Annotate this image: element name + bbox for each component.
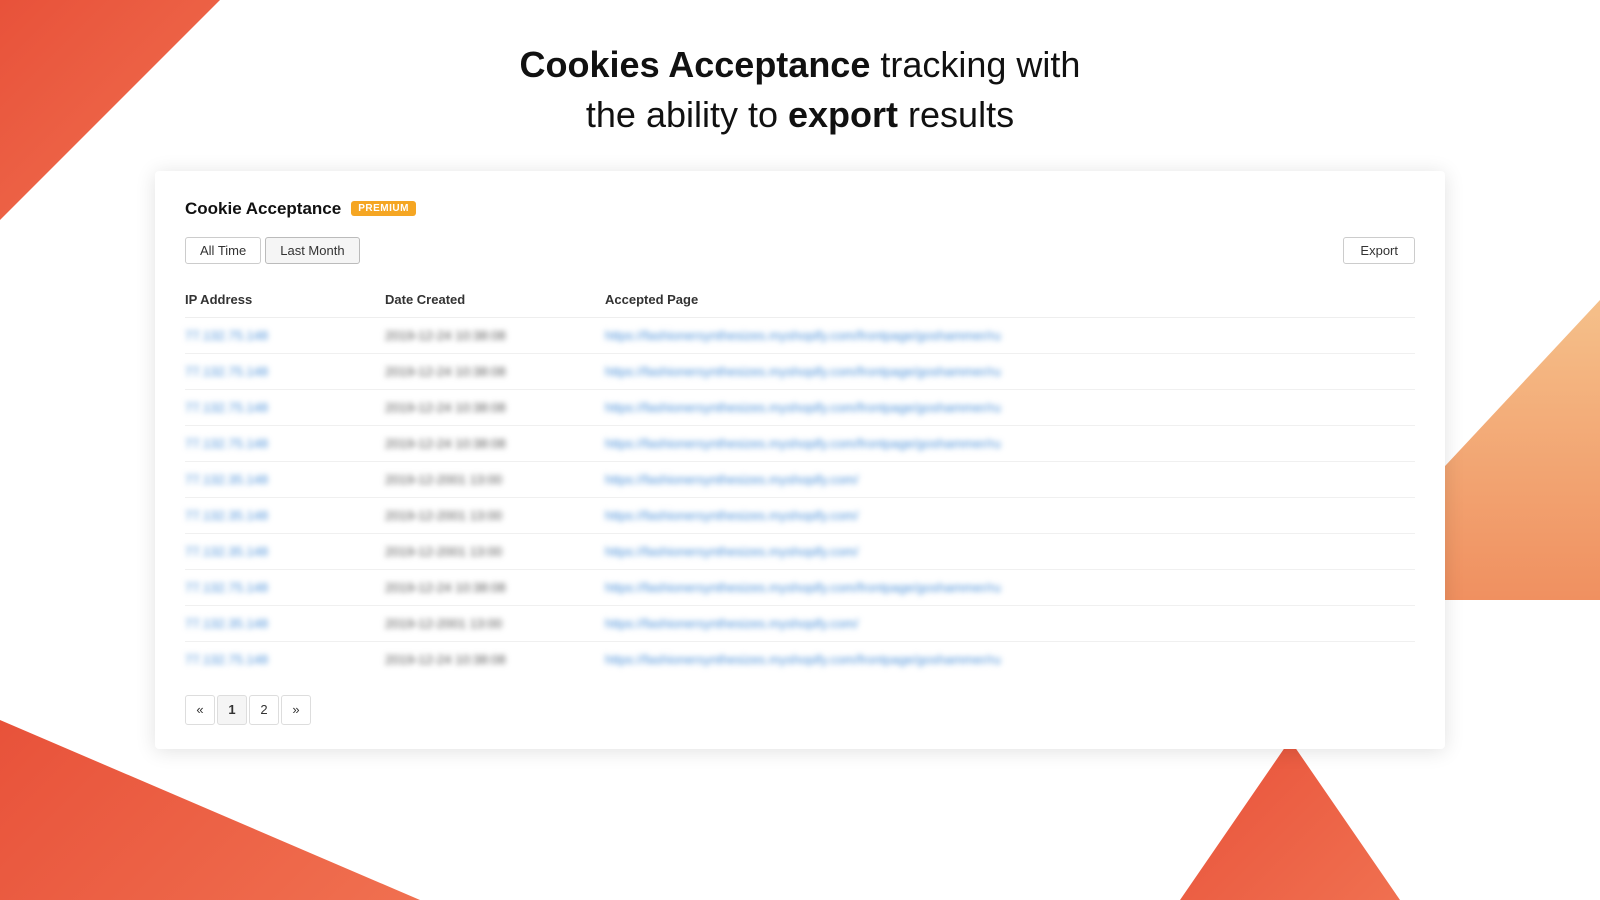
cell-date: 2019-12-2001 13:00	[385, 605, 605, 641]
table-container: IP Address Date Created Accepted Page 77…	[185, 284, 1415, 677]
cell-ip: 77.132.35.148	[185, 605, 385, 641]
cell-url[interactable]: https://fashionersynthesizes.myshopify.c…	[605, 641, 1415, 677]
cell-ip: 77.132.35.148	[185, 461, 385, 497]
cell-date: 2019-12-24 10:38:08	[385, 425, 605, 461]
table-row: 77.132.35.148 2019-12-2001 13:00 https:/…	[185, 461, 1415, 497]
card-title: Cookie Acceptance	[185, 199, 341, 219]
card-title-area: Cookie Acceptance PREMIUM	[185, 199, 416, 219]
cell-date: 2019-12-24 10:38:08	[385, 389, 605, 425]
data-table: IP Address Date Created Accepted Page 77…	[185, 284, 1415, 677]
col-header-ip: IP Address	[185, 284, 385, 318]
table-row: 77.132.35.148 2019-12-2001 13:00 https:/…	[185, 497, 1415, 533]
cell-ip: 77.132.75.148	[185, 425, 385, 461]
main-card: Cookie Acceptance PREMIUM All Time Last …	[155, 171, 1445, 749]
filter-all-time[interactable]: All Time	[185, 237, 261, 264]
headline-bold-2: export	[788, 94, 898, 135]
cell-ip: 77.132.35.148	[185, 533, 385, 569]
cell-ip: 77.132.75.148	[185, 389, 385, 425]
card-header: Cookie Acceptance PREMIUM	[185, 199, 1415, 219]
cell-date: 2019-12-24 10:38:08	[385, 569, 605, 605]
table-row: 77.132.35.148 2019-12-2001 13:00 https:/…	[185, 605, 1415, 641]
col-header-url: Accepted Page	[605, 284, 1415, 318]
filter-buttons: All Time Last Month	[185, 237, 360, 264]
table-row: 77.132.75.148 2019-12-24 10:38:08 https:…	[185, 569, 1415, 605]
table-row: 77.132.75.148 2019-12-24 10:38:08 https:…	[185, 389, 1415, 425]
table-row: 77.132.35.148 2019-12-2001 13:00 https:/…	[185, 533, 1415, 569]
export-button[interactable]: Export	[1343, 237, 1415, 264]
cell-url[interactable]: https://fashionersynthesizes.myshopify.c…	[605, 461, 1415, 497]
cell-ip: 77.132.75.148	[185, 641, 385, 677]
table-row: 77.132.75.148 2019-12-24 10:38:08 https:…	[185, 353, 1415, 389]
toolbar: All Time Last Month Export	[185, 237, 1415, 264]
pagination-next[interactable]: »	[281, 695, 311, 725]
cell-url[interactable]: https://fashionersynthesizes.myshopify.c…	[605, 569, 1415, 605]
cell-ip: 77.132.75.148	[185, 569, 385, 605]
table-row: 77.132.75.148 2019-12-24 10:38:08 https:…	[185, 641, 1415, 677]
pagination-page-2[interactable]: 2	[249, 695, 279, 725]
cell-url[interactable]: https://fashionersynthesizes.myshopify.c…	[605, 533, 1415, 569]
table-header-row: IP Address Date Created Accepted Page	[185, 284, 1415, 318]
cell-url[interactable]: https://fashionersynthesizes.myshopify.c…	[605, 389, 1415, 425]
cell-url[interactable]: https://fashionersynthesizes.myshopify.c…	[605, 425, 1415, 461]
table-row: 77.132.75.148 2019-12-24 10:38:08 https:…	[185, 317, 1415, 353]
headline-bold-1: Cookies Acceptance	[520, 44, 871, 85]
cell-date: 2019-12-24 10:38:08	[385, 641, 605, 677]
cell-ip: 77.132.75.148	[185, 317, 385, 353]
pagination: « 1 2 »	[185, 695, 1415, 725]
cell-date: 2019-12-24 10:38:08	[385, 317, 605, 353]
col-header-date: Date Created	[385, 284, 605, 318]
cell-ip: 77.132.35.148	[185, 497, 385, 533]
cell-ip: 77.132.75.148	[185, 353, 385, 389]
premium-badge: PREMIUM	[351, 201, 416, 216]
cell-url[interactable]: https://fashionersynthesizes.myshopify.c…	[605, 317, 1415, 353]
cell-url[interactable]: https://fashionersynthesizes.myshopify.c…	[605, 353, 1415, 389]
pagination-page-1[interactable]: 1	[217, 695, 247, 725]
cell-date: 2019-12-24 10:38:08	[385, 353, 605, 389]
cell-url[interactable]: https://fashionersynthesizes.myshopify.c…	[605, 497, 1415, 533]
cell-date: 2019-12-2001 13:00	[385, 497, 605, 533]
page-headline: Cookies Acceptance tracking with the abi…	[520, 40, 1081, 141]
filter-last-month[interactable]: Last Month	[265, 237, 359, 264]
cell-date: 2019-12-2001 13:00	[385, 533, 605, 569]
table-row: 77.132.75.148 2019-12-24 10:38:08 https:…	[185, 425, 1415, 461]
cell-date: 2019-12-2001 13:00	[385, 461, 605, 497]
cell-url[interactable]: https://fashionersynthesizes.myshopify.c…	[605, 605, 1415, 641]
pagination-prev[interactable]: «	[185, 695, 215, 725]
